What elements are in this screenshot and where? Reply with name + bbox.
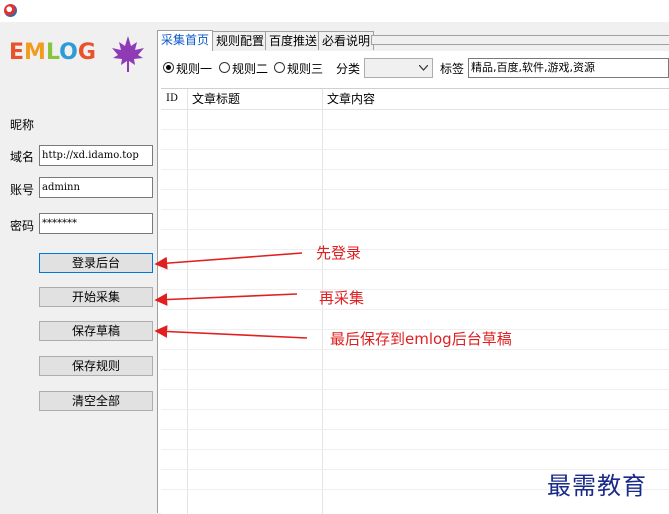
- logo-letter: O: [59, 40, 78, 65]
- nickname-label: 昵称: [10, 118, 35, 132]
- domain-field[interactable]: http://xd.idamo.top: [39, 145, 153, 166]
- password-label: 密码: [10, 219, 35, 233]
- radio-rule-2-label: 规则二: [232, 62, 269, 76]
- column-header-id: ID: [166, 93, 178, 104]
- save-rules-button[interactable]: 保存规则: [39, 356, 153, 376]
- tab-collect-home[interactable]: 采集首页: [157, 30, 214, 51]
- radio-rule-2[interactable]: [219, 62, 230, 73]
- column-header-title: 文章标题: [192, 92, 241, 106]
- annotation-save-draft: 最后保存到emlog后台草稿: [330, 330, 512, 348]
- radio-rule-1[interactable]: [163, 62, 174, 73]
- watermark: 最需教育: [547, 472, 647, 500]
- start-collect-button[interactable]: 开始采集: [39, 287, 153, 307]
- tab-baidu-push[interactable]: 百度推送: [265, 31, 322, 50]
- article-grid: ID 文章标题 文章内容: [161, 88, 669, 514]
- logo-letter: G: [77, 40, 96, 65]
- radio-rule-1-label: 规则一: [176, 62, 213, 76]
- account-label: 账号: [10, 183, 35, 197]
- radio-rule-3[interactable]: [274, 62, 285, 73]
- account-field[interactable]: adminn: [39, 177, 153, 198]
- options-row: 规则一 规则二 规则三 分类 标签 精品,百度,软件,游戏,资源: [161, 58, 669, 80]
- tags-label: 标签: [440, 62, 465, 76]
- tab-rule-config[interactable]: 规则配置: [212, 31, 269, 50]
- title-bar: [0, 0, 669, 22]
- save-draft-button[interactable]: 保存草稿: [39, 321, 153, 341]
- domain-label: 域名: [10, 150, 35, 164]
- radio-rule-3-label: 规则三: [287, 62, 324, 76]
- category-label: 分类: [336, 62, 361, 76]
- tab-strip-scroll: [371, 35, 669, 45]
- logo-letter: E: [9, 40, 25, 65]
- tab-must-read[interactable]: 必看说明: [318, 31, 375, 50]
- maple-leaf-icon: [112, 36, 144, 72]
- tab-strip: 采集首页 规则配置 百度推送 必看说明: [157, 30, 669, 51]
- chevron-down-icon: [419, 65, 428, 71]
- clear-all-button[interactable]: 清空全部: [39, 391, 153, 411]
- annotation-login-first: 先登录: [316, 244, 362, 262]
- annotation-collect-next: 再采集: [319, 289, 365, 307]
- password-field[interactable]: *******: [39, 213, 153, 234]
- column-header-content: 文章内容: [327, 92, 376, 106]
- app-icon: [4, 4, 17, 17]
- login-button[interactable]: 登录后台: [39, 253, 153, 273]
- tags-input[interactable]: 精品,百度,软件,游戏,资源: [468, 58, 669, 78]
- emlog-logo: EMLOG: [9, 40, 96, 65]
- logo-letter: M: [24, 40, 46, 65]
- logo-letter: L: [45, 40, 60, 65]
- category-select[interactable]: [364, 58, 433, 78]
